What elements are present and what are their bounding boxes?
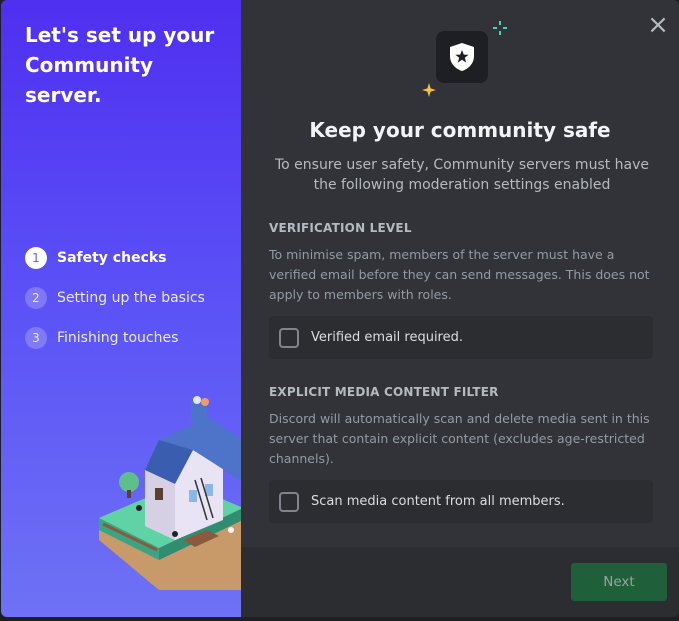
community-house-illustration bbox=[99, 396, 243, 590]
verified-email-checkbox-row[interactable]: Verified email required. bbox=[269, 316, 653, 359]
page-title: Keep your community safe bbox=[309, 118, 611, 142]
verified-email-checkbox[interactable] bbox=[279, 327, 299, 348]
sidebar-heading: Let's set up your Community server. bbox=[25, 23, 215, 107]
step-finishing-touches: 3 Finishing touches bbox=[25, 326, 205, 350]
sparkle-icon bbox=[493, 21, 507, 35]
step-number: 3 bbox=[25, 327, 47, 349]
step-safety-checks: 1 Safety checks bbox=[25, 246, 205, 270]
step-list: 1 Safety checks 2 Setting up the basics … bbox=[25, 246, 205, 366]
sparkle-icon bbox=[422, 83, 436, 97]
verification-level-section: VERIFICATION LEVEL To minimise spam, mem… bbox=[269, 221, 653, 305]
step-number: 1 bbox=[25, 247, 47, 269]
page-subtitle: To ensure user safety, Community servers… bbox=[274, 157, 650, 193]
modal-footer: Next bbox=[241, 547, 679, 617]
checkbox-label: Verified email required. bbox=[311, 330, 463, 345]
checkbox-label: Scan media content from all members. bbox=[311, 494, 565, 509]
next-button[interactable]: Next bbox=[571, 563, 667, 601]
section-title: VERIFICATION LEVEL bbox=[269, 221, 412, 235]
step-label: Safety checks bbox=[57, 250, 167, 266]
section-description: To minimise spam, members of the server … bbox=[269, 247, 650, 302]
step-number: 2 bbox=[25, 287, 47, 309]
step-setting-up-basics: 2 Setting up the basics bbox=[25, 286, 205, 310]
community-setup-modal: Let's set up your Community server. 1 Sa… bbox=[1, 0, 679, 617]
section-description: Discord will automatically scan and dele… bbox=[269, 411, 650, 466]
shield-star-icon bbox=[450, 43, 474, 71]
scan-media-checkbox[interactable] bbox=[279, 491, 299, 512]
setup-content: × Keep your community safe To ensure use… bbox=[241, 0, 679, 617]
setup-sidebar: Let's set up your Community server. 1 Sa… bbox=[1, 0, 243, 617]
step-label: Setting up the basics bbox=[57, 290, 205, 306]
scan-media-checkbox-row[interactable]: Scan media content from all members. bbox=[269, 480, 653, 523]
close-icon[interactable]: × bbox=[647, 12, 669, 38]
section-title: EXPLICIT MEDIA CONTENT FILTER bbox=[269, 385, 499, 399]
step-label: Finishing touches bbox=[57, 330, 179, 346]
shield-badge bbox=[436, 31, 488, 83]
media-filter-section: EXPLICIT MEDIA CONTENT FILTER Discord wi… bbox=[269, 385, 653, 469]
